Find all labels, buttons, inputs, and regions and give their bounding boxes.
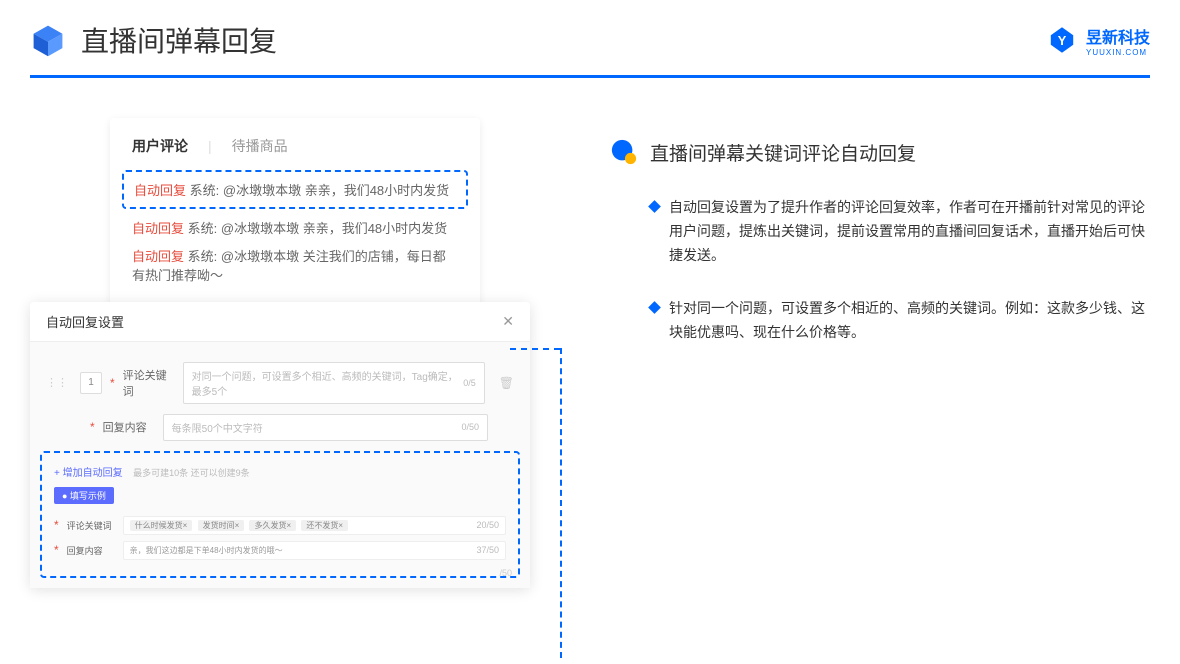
content-label: 回复内容: [103, 419, 155, 435]
bullet-2-text: 针对同一个问题，可设置多个相近的、高频的关键词。例如：这款多少钱、这块能优惠吗、…: [669, 297, 1150, 345]
ex-keyword-input[interactable]: 什么时候发货× 发货时间× 多久发货× 还不发货× 20/50: [123, 516, 506, 535]
cube-icon: [30, 22, 66, 58]
keyword-count: 0/5: [463, 378, 476, 388]
comment-row-2: 自动回复 系统: @冰墩墩本墩 亲亲，我们48小时内发货: [132, 219, 458, 239]
bottom-count: /50: [499, 568, 512, 578]
comments-card: 用户评论 | 待播商品 自动回复 系统: @冰墩墩本墩 亲亲，我们48小时内发货…: [110, 118, 480, 312]
brand-logo: Y 昱新科技 YUUXIN.COM: [1046, 24, 1150, 57]
keyword-tag[interactable]: 发货时间×: [198, 520, 245, 531]
add-auto-reply-link[interactable]: + 增加自动回复: [54, 468, 123, 479]
system-label: 系统:: [190, 183, 220, 198]
ex-keyword-label: 评论关键词: [67, 519, 115, 532]
content-count: 0/50: [461, 422, 479, 432]
required-star: *: [54, 518, 59, 532]
required-star: *: [110, 376, 115, 390]
ex-keyword-count: 20/50: [476, 520, 499, 530]
keyword-input[interactable]: 对同一个问题，可设置多个相近、高频的关键词，Tag确定，最多5个 0/5: [183, 362, 485, 404]
svg-text:Y: Y: [1058, 33, 1067, 48]
ex-content-input[interactable]: 亲，我们这边都是下单48小时内发货的哦～ 37/50: [123, 541, 506, 560]
brand-url: YUUXIN.COM: [1086, 48, 1150, 57]
diamond-bullet-icon: [648, 200, 661, 213]
connector-line-h: [510, 348, 560, 350]
brand-icon: Y: [1046, 24, 1078, 56]
auto-reply-badge: 自动回复: [132, 249, 184, 264]
comment-text-1: @冰墩墩本墩 亲亲，我们48小时内发货: [223, 183, 449, 198]
bullet-2: 针对同一个问题，可设置多个相近的、高频的关键词。例如：这款多少钱、这块能优惠吗、…: [610, 297, 1150, 345]
bullet-1: 自动回复设置为了提升作者的评论回复效率，作者可在开播前针对常见的评论用户问题，提…: [610, 196, 1150, 267]
ex-content-text: 亲，我们这边都是下单48小时内发货的哦～: [130, 545, 283, 556]
keyword-tag[interactable]: 还不发货×: [301, 520, 348, 531]
close-icon[interactable]: ✕: [502, 313, 514, 330]
comment-row-3: 自动回复 系统: @冰墩墩本墩 关注我们的店铺，每日都有热门推荐呦～: [132, 247, 458, 286]
section-title: 直播间弹幕关键词评论自动回复: [650, 139, 916, 166]
dialog-title: 自动回复设置: [46, 312, 502, 331]
auto-reply-settings-dialog: 自动回复设置 ✕ ⋮⋮ 1 * 评论关键词 对同一个问题，可设置多个相近、高频的…: [30, 302, 530, 588]
system-label: 系统:: [188, 249, 218, 264]
keyword-tag[interactable]: 什么时候发货×: [130, 520, 193, 531]
tab-separator: |: [208, 138, 212, 154]
keyword-label: 评论关键词: [123, 367, 175, 399]
page-header: 直播间弹幕回复 Y 昱新科技 YUUXIN.COM: [0, 0, 1180, 75]
page-title: 直播间弹幕回复: [81, 20, 1046, 60]
required-star: *: [54, 543, 59, 557]
tab-user-comments[interactable]: 用户评论: [132, 136, 188, 156]
required-star: *: [90, 420, 95, 434]
system-label: 系统:: [188, 221, 218, 236]
example-badge: ● 填写示例: [54, 487, 114, 504]
highlighted-comment: 自动回复 系统: @冰墩墩本墩 亲亲，我们48小时内发货: [122, 170, 468, 209]
description-panel: 直播间弹幕关键词评论自动回复 自动回复设置为了提升作者的评论回复效率，作者可在开…: [610, 118, 1150, 588]
keyword-tag[interactable]: 多久发货×: [249, 520, 296, 531]
drag-handle-icon[interactable]: ⋮⋮: [46, 376, 68, 389]
ex-content-count: 37/50: [476, 545, 499, 555]
brand-name: 昱新科技: [1086, 24, 1150, 48]
diamond-bullet-icon: [648, 302, 661, 315]
example-section: + 增加自动回复 最多可建10条 还可以创建9条 ● 填写示例 * 评论关键词 …: [40, 451, 520, 578]
auto-reply-badge: 自动回复: [134, 183, 186, 198]
keyword-placeholder: 对同一个问题，可设置多个相近、高频的关键词，Tag确定，最多5个: [192, 368, 464, 398]
tab-pending-products[interactable]: 待播商品: [232, 136, 288, 156]
connector-line-v: [560, 348, 562, 658]
comment-text-2: @冰墩墩本墩 亲亲，我们48小时内发货: [221, 221, 447, 236]
ex-content-label: 回复内容: [67, 544, 115, 557]
add-hint: 最多可建10条 还可以创建9条: [133, 468, 250, 478]
delete-icon[interactable]: 🗑: [499, 376, 514, 390]
row-number: 1: [80, 372, 102, 394]
content-input[interactable]: 每条限50个中文字符 0/50: [163, 414, 488, 441]
content-placeholder: 每条限50个中文字符: [172, 420, 263, 435]
bullet-1-text: 自动回复设置为了提升作者的评论回复效率，作者可在开播前针对常见的评论用户问题，提…: [669, 196, 1150, 267]
chat-bubble-icon: [610, 138, 638, 166]
auto-reply-badge: 自动回复: [132, 221, 184, 236]
screenshots-panel: 用户评论 | 待播商品 自动回复 系统: @冰墩墩本墩 亲亲，我们48小时内发货…: [30, 118, 530, 588]
